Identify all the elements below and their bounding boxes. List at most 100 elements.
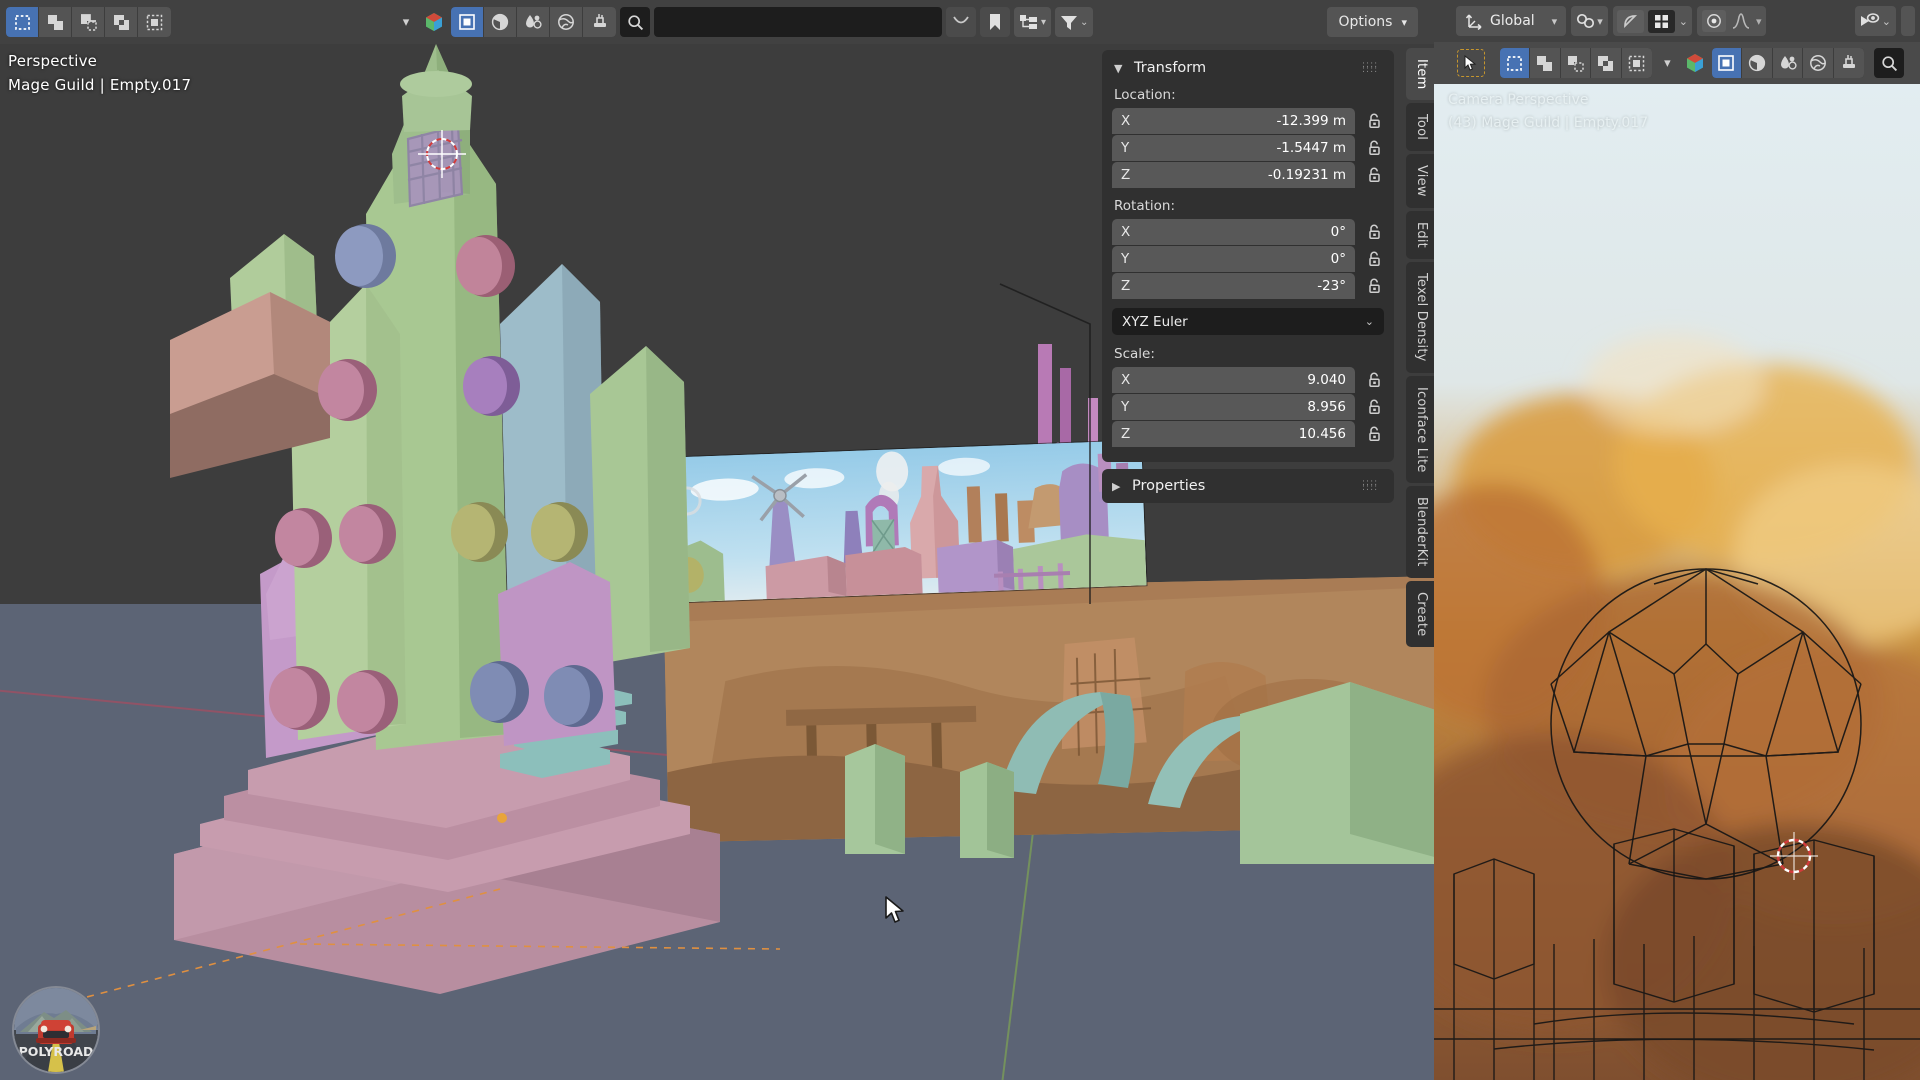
wireframe-shading-icon[interactable] xyxy=(1711,48,1743,78)
sidebar-tab-blenderkit[interactable]: BlenderKit xyxy=(1406,486,1434,578)
properties-panel[interactable]: ▶ Properties :::::::: xyxy=(1102,469,1394,503)
scale-row-z: Z 10.456 xyxy=(1112,421,1384,447)
hierarchy-filter-icon[interactable]: ▾ xyxy=(1014,7,1052,37)
lock-rotation-x-icon[interactable] xyxy=(1364,222,1384,242)
right-viewport-view-label: Camera Perspective xyxy=(1448,92,1589,108)
location-y-field[interactable]: Y -1.5447 m xyxy=(1112,135,1355,161)
right-header-chevron-down-icon[interactable]: ▾ xyxy=(1657,48,1677,78)
snap-grid-icon[interactable] xyxy=(1647,9,1675,33)
tab-label: BlenderKit xyxy=(1414,497,1429,567)
scale-y-field[interactable]: Y 8.956 xyxy=(1112,394,1355,420)
falloff-curve-icon[interactable] xyxy=(1732,13,1750,29)
material-preview-shading-icon[interactable] xyxy=(1772,48,1804,78)
right-viewport-scene[interactable]: Camera Perspective (43) Mage Guild | Emp… xyxy=(1434,84,1920,1080)
green-pillar-a xyxy=(845,744,905,854)
filter-icon[interactable]: ⌄ xyxy=(1055,7,1094,37)
polyroad-logo: POLYROAD xyxy=(14,988,98,1072)
texture-paint-shading-icon[interactable] xyxy=(1833,48,1865,78)
axis-label: X xyxy=(1121,113,1131,129)
tab-label: Create xyxy=(1414,591,1429,637)
rotation-row-x: X 0° xyxy=(1112,219,1384,245)
proportional-falloff-icon[interactable] xyxy=(1701,10,1726,32)
location-label: Location: xyxy=(1114,87,1176,103)
color-cube-icon[interactable] xyxy=(421,7,447,37)
snap-toggle[interactable]: ▾ xyxy=(1571,6,1608,36)
cursor-tool-icon[interactable] xyxy=(1456,49,1485,77)
scale-x-field[interactable]: X 9.040 xyxy=(1112,367,1355,393)
sidebar-tab-texel-density[interactable]: Texel Density xyxy=(1406,262,1434,373)
select-intersect-icon[interactable] xyxy=(1621,48,1653,78)
sidebar-tab-view[interactable]: View xyxy=(1406,154,1434,209)
panel-grip-icon[interactable]: :::::::: xyxy=(1362,61,1384,75)
rotation-row-y: Y 0° xyxy=(1112,246,1384,272)
select-extend-icon[interactable] xyxy=(1530,48,1561,78)
right-header-search-icon[interactable] xyxy=(1874,48,1905,78)
header-search-icon[interactable] xyxy=(620,7,650,37)
transform-panel-header[interactable]: ▼ Transform :::::::: xyxy=(1112,58,1384,86)
rotation-mode-dropdown[interactable]: XYZ Euler ⌄ xyxy=(1112,308,1384,335)
axis-value: 10.456 xyxy=(1298,426,1346,442)
solid-shading-icon[interactable] xyxy=(1742,48,1773,78)
proportional-editing-group[interactable]: ⌄ xyxy=(1612,6,1692,36)
color-cube-icon[interactable] xyxy=(1683,48,1707,78)
solid-shading-icon[interactable] xyxy=(484,7,517,37)
select-invert-icon[interactable] xyxy=(1591,48,1622,78)
options-button[interactable]: Options ▾ xyxy=(1327,7,1418,37)
header-chevron-down-icon[interactable]: ▾ xyxy=(395,7,417,37)
select-set-icon[interactable] xyxy=(1499,48,1531,78)
proportional-editing-icon[interactable] xyxy=(1616,9,1644,33)
properties-panel-header[interactable]: ▶ Properties :::::::: xyxy=(1112,478,1384,494)
sidebar-tab-item[interactable]: Item xyxy=(1406,48,1434,101)
lock-rotation-y-icon[interactable] xyxy=(1364,249,1384,269)
rotation-z-field[interactable]: Z -23° xyxy=(1112,273,1355,299)
rendered-shading-icon[interactable] xyxy=(550,7,583,37)
transform-panel: ▼ Transform :::::::: Location: X -12.399… xyxy=(1102,50,1394,462)
sidebar-tab-tool[interactable]: Tool xyxy=(1406,103,1434,152)
axis-value: -12.399 m xyxy=(1276,113,1346,129)
eye-icon xyxy=(1860,13,1879,26)
lock-scale-x-icon[interactable] xyxy=(1364,370,1384,390)
axis-value: -0.19231 m xyxy=(1267,167,1346,183)
chevron-down-icon: ▾ xyxy=(1755,14,1762,28)
search-history-icon[interactable] xyxy=(946,7,976,37)
location-z-field[interactable]: Z -0.19231 m xyxy=(1112,162,1355,188)
select-subtract-icon[interactable] xyxy=(1560,48,1592,78)
lock-location-z-icon[interactable] xyxy=(1364,165,1384,185)
location-x-field[interactable]: X -12.399 m xyxy=(1112,108,1355,134)
proportional-falloff-group[interactable]: ▾ xyxy=(1696,6,1767,36)
lock-scale-y-icon[interactable] xyxy=(1364,397,1384,417)
transform-orientation-dropdown[interactable]: Global ▾ xyxy=(1456,6,1567,36)
shading-mode-group xyxy=(451,7,616,37)
lock-scale-z-icon[interactable] xyxy=(1364,424,1384,444)
select-extend-icon[interactable] xyxy=(39,7,72,37)
sidebar-tab-create[interactable]: Create xyxy=(1406,580,1434,648)
select-subtract-icon[interactable] xyxy=(72,7,105,37)
right-shading-mode-group xyxy=(1711,48,1865,78)
rotation-y-field[interactable]: Y 0° xyxy=(1112,246,1355,272)
select-intersect-icon[interactable] xyxy=(138,7,171,37)
rendered-shading-icon[interactable] xyxy=(1803,48,1834,78)
lock-location-x-icon[interactable] xyxy=(1364,111,1384,131)
visibility-dropdown[interactable]: ⌄ xyxy=(1854,6,1896,36)
scale-z-field[interactable]: Z 10.456 xyxy=(1112,421,1355,447)
wireframe-shading-icon[interactable] xyxy=(451,7,484,37)
overlays-dropdown[interactable] xyxy=(1901,6,1915,36)
material-preview-shading-icon[interactable] xyxy=(517,7,550,37)
select-set-icon[interactable] xyxy=(6,7,39,37)
search-input[interactable] xyxy=(662,14,934,30)
location-row-z: Z -0.19231 m xyxy=(1112,162,1384,188)
chevron-down-icon: ⌄ xyxy=(1364,315,1374,328)
sidebar-tab-edit[interactable]: Edit xyxy=(1406,211,1434,260)
mage-guild-svg xyxy=(170,44,720,994)
sidebar-tabs: Item Tool View Edit Texel Density Iconfa… xyxy=(1394,48,1434,648)
texture-paint-shading-icon[interactable] xyxy=(583,7,616,37)
chevron-down-icon: ⌄ xyxy=(1678,14,1688,28)
search-input-wrapper[interactable] xyxy=(654,7,942,37)
lock-location-y-icon[interactable] xyxy=(1364,138,1384,158)
lock-rotation-z-icon[interactable] xyxy=(1364,276,1384,296)
rotation-x-field[interactable]: X 0° xyxy=(1112,219,1355,245)
bookmark-icon[interactable] xyxy=(980,7,1010,37)
select-invert-icon[interactable] xyxy=(105,7,138,37)
sidebar-tab-iconface-lite[interactable]: Iconface Lite xyxy=(1406,375,1434,484)
panel-grip-icon[interactable]: :::::::: xyxy=(1362,479,1384,493)
